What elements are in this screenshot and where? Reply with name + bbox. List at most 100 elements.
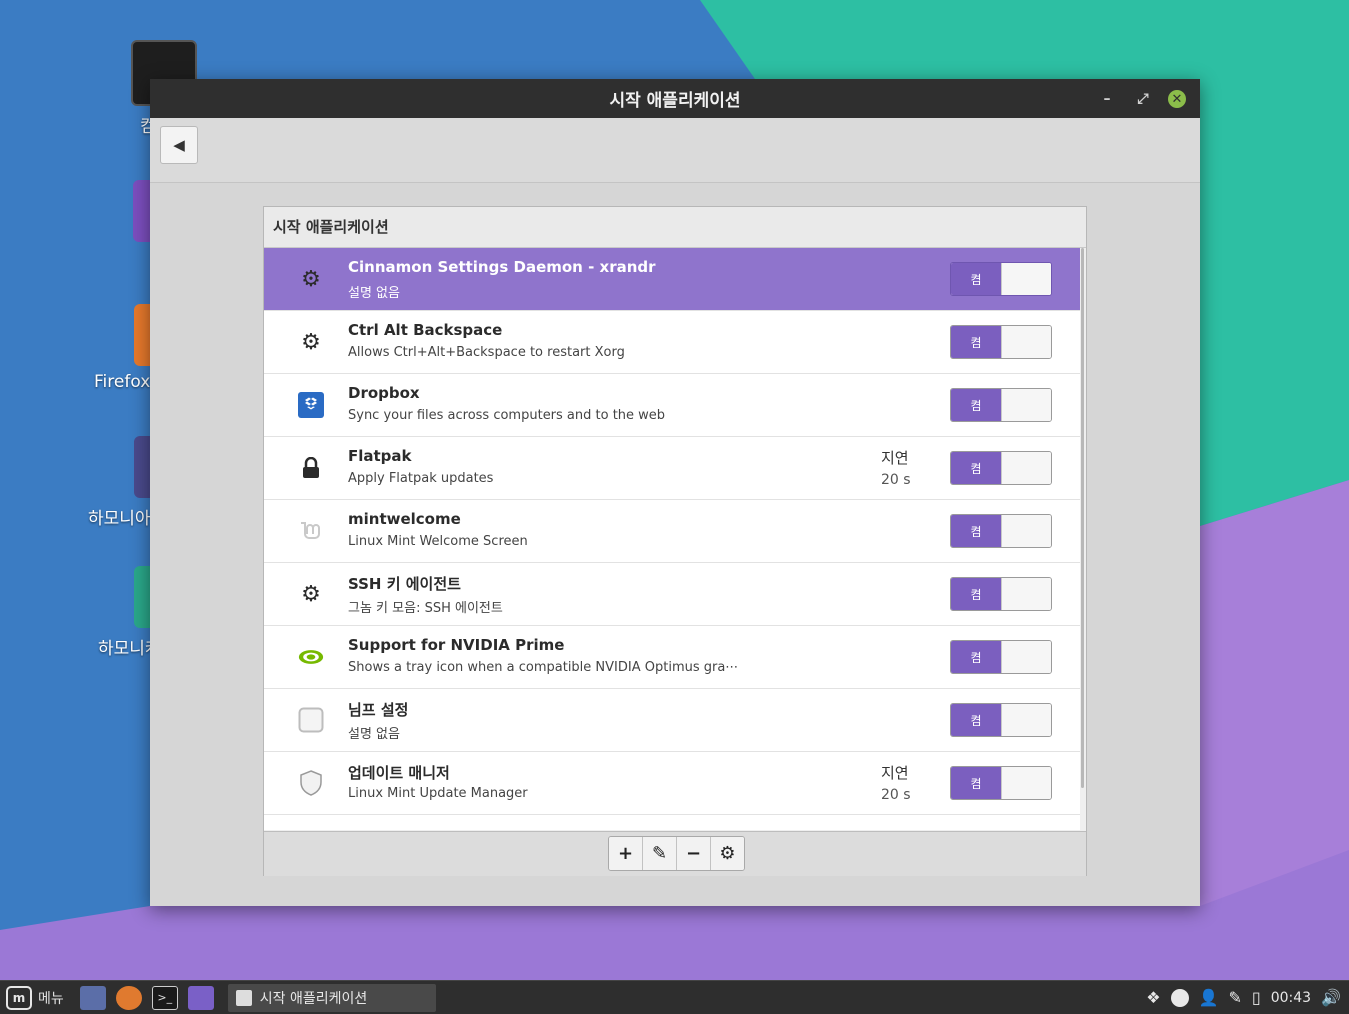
run-now-button[interactable]: ⚙ [711, 837, 744, 870]
taskbar-window-startup-applications[interactable]: 시작 애플리케이션 [227, 983, 436, 1012]
minimize-button[interactable]: – [1096, 88, 1118, 110]
gear-icon: ⚙ [301, 266, 321, 292]
enable-toggle[interactable]: 켬 [950, 766, 1052, 800]
toggle-on-label: 켬 [951, 326, 1001, 358]
close-button[interactable]: ✕ [1168, 90, 1186, 108]
app-description: 설명 없음 [348, 286, 400, 301]
nvidia-icon [298, 644, 324, 670]
status-circle-icon[interactable] [1170, 988, 1189, 1007]
back-button[interactable]: ◀ [160, 126, 198, 164]
startup-applications-window: 시작 애플리케이션 – ⤢ ✕ ◀ 시작 애플리케이션 ⚙ Cinnamon S… [150, 79, 1200, 906]
startup-row-nvidia-prime[interactable]: Support for NVIDIA Prime Shows a tray ic… [264, 626, 1080, 689]
pen-icon[interactable]: ✎ [1229, 988, 1242, 1007]
delay-label: 지연 [881, 449, 909, 467]
window-toolbar: ◀ [150, 118, 1200, 183]
toggle-knob [1001, 326, 1051, 358]
toggle-on-label: 켬 [951, 641, 1001, 673]
dropbox-icon [298, 392, 324, 418]
edit-button[interactable]: ✎ [643, 837, 677, 870]
window-titlebar[interactable]: 시작 애플리케이션 – ⤢ ✕ [150, 79, 1200, 118]
startup-row-ctrl-alt-backspace[interactable]: ⚙ Ctrl Alt Backspace Allows Ctrl+Alt+Bac… [264, 311, 1080, 374]
toggle-on-label: 켬 [951, 263, 1001, 295]
toggle-knob [1001, 704, 1051, 736]
app-description: Linux Mint Update Manager [348, 786, 528, 801]
app-description: Allows Ctrl+Alt+Backspace to restart Xor… [348, 345, 625, 360]
app-description: Apply Flatpak updates [348, 471, 494, 486]
startup-row-update-manager[interactable]: 업데이트 매니저 Linux Mint Update Manager 지연 20… [264, 752, 1080, 815]
gear-icon: ⚙ [301, 329, 321, 355]
app-name: 업데이트 매니저 [348, 764, 450, 782]
dropbox-tray-icon[interactable]: ❖ [1146, 988, 1160, 1007]
enable-toggle[interactable]: 켬 [950, 514, 1052, 548]
menu-label: 메뉴 [38, 990, 64, 1007]
app-name: 님프 설정 [348, 701, 409, 719]
enable-toggle[interactable]: 켬 [950, 703, 1052, 737]
toggle-on-label: 켬 [951, 389, 1001, 421]
enable-toggle[interactable]: 켬 [950, 388, 1052, 422]
firefox-launcher[interactable] [115, 985, 142, 1010]
app-description: Shows a tray icon when a compatible NVID… [348, 660, 739, 675]
app-name: Dropbox [348, 384, 420, 402]
list-action-bar: + ✎ − ⚙ [264, 831, 1086, 876]
app-name: Cinnamon Settings Daemon - xrandr [348, 258, 656, 276]
window-title: 시작 애플리케이션 [609, 91, 741, 111]
list-action-buttons: + ✎ − ⚙ [608, 836, 745, 871]
toggle-on-label: 켬 [951, 515, 1001, 547]
enable-toggle[interactable]: 켬 [950, 640, 1052, 674]
toggle-on-label: 켬 [951, 578, 1001, 610]
files-launcher[interactable] [187, 985, 214, 1010]
menu-button[interactable]: m 메뉴 [6, 985, 64, 1010]
app-description: Sync your files across computers and to … [348, 408, 666, 423]
app-description: 설명 없음 [348, 727, 400, 742]
startup-app-list[interactable]: ⚙ Cinnamon Settings Daemon - xrandr 설명 없… [264, 248, 1080, 830]
terminal-launcher[interactable]: >_ [151, 985, 178, 1010]
delay-value: 20 s [881, 472, 911, 488]
enable-toggle[interactable]: 켬 [950, 451, 1052, 485]
clock[interactable]: 00:43 [1271, 990, 1311, 1006]
battery-icon[interactable]: ▯ [1252, 988, 1261, 1007]
app-description: Linux Mint Welcome Screen [348, 534, 528, 549]
delay-label: 지연 [881, 764, 909, 782]
shield-icon [298, 770, 324, 796]
startup-row-flatpak[interactable]: Flatpak Apply Flatpak updates 지연 20 s 켬 [264, 437, 1080, 500]
mint-logo-icon: m [6, 985, 32, 1010]
blank-app-icon [298, 707, 324, 733]
toggle-on-label: 켬 [951, 704, 1001, 736]
app-name: mintwelcome [348, 510, 461, 528]
lock-icon [298, 455, 324, 481]
list-scrollbar[interactable] [1081, 248, 1084, 788]
taskbar: m 메뉴 >_ 시작 애플리케이션 ❖ 👤 ✎ ▯ 00:43 🔊 [0, 980, 1349, 1014]
gear-icon: ⚙ [301, 581, 321, 607]
run-now-icon: ⚙ [719, 843, 736, 864]
user-icon[interactable]: 👤 [1199, 988, 1219, 1007]
mint-logo-icon [298, 518, 324, 544]
show-desktop-launcher[interactable] [79, 985, 106, 1010]
volume-icon[interactable]: 🔊 [1321, 988, 1341, 1007]
add-button[interactable]: + [609, 837, 643, 870]
edit-icon: ✎ [651, 843, 668, 864]
system-tray: ❖ 👤 ✎ ▯ 00:43 🔊 [1146, 981, 1341, 1014]
toggle-knob [1001, 641, 1051, 673]
back-arrow-icon: ◀ [173, 136, 185, 154]
startup-row-nimf-settings[interactable]: 님프 설정 설명 없음 켬 [264, 689, 1080, 752]
toggle-knob [1001, 767, 1051, 799]
app-name: Flatpak [348, 447, 412, 465]
startup-list-panel: 시작 애플리케이션 ⚙ Cinnamon Settings Daemon - x… [263, 206, 1087, 876]
startup-row-ssh-agent[interactable]: ⚙ SSH 키 에이전트 그놈 키 모음: SSH 에이전트 켬 [264, 563, 1080, 626]
enable-toggle[interactable]: 켬 [950, 325, 1052, 359]
enable-toggle[interactable]: 켬 [950, 262, 1052, 296]
startup-row-cinnamon-settings-daemon[interactable]: ⚙ Cinnamon Settings Daemon - xrandr 설명 없… [264, 248, 1080, 311]
toggle-on-label: 켬 [951, 767, 1001, 799]
delay-value: 20 s [881, 787, 911, 803]
toggle-knob [1001, 263, 1051, 295]
maximize-button[interactable]: ⤢ [1132, 88, 1154, 110]
toggle-on-label: 켬 [951, 452, 1001, 484]
enable-toggle[interactable]: 켬 [950, 577, 1052, 611]
startup-row-mintwelcome[interactable]: mintwelcome Linux Mint Welcome Screen 켬 [264, 500, 1080, 563]
remove-icon: − [685, 843, 702, 864]
remove-button[interactable]: − [677, 837, 711, 870]
panel-header: 시작 애플리케이션 [264, 207, 1086, 248]
toggle-knob [1001, 515, 1051, 547]
toggle-knob [1001, 578, 1051, 610]
startup-row-dropbox[interactable]: Dropbox Sync your files across computers… [264, 374, 1080, 437]
